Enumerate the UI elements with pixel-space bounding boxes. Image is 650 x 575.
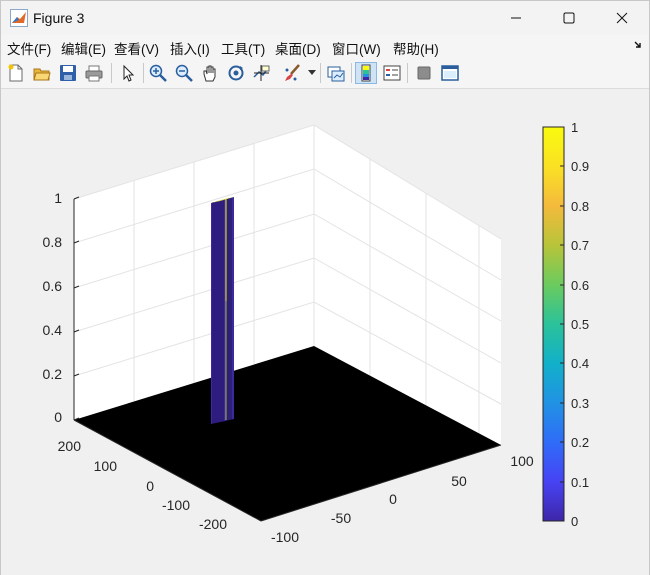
surface-plot[interactable]: 0 0.2 0.4 0.6 0.8 1 200 100 0 -100 -200 …: [1, 89, 649, 575]
colorbar-tick-label: 0.8: [571, 199, 589, 214]
legend-icon: [383, 65, 401, 81]
zoom-out-button[interactable]: [173, 62, 195, 84]
link-plot-icon: [327, 66, 345, 82]
colorbar-icon: [361, 64, 371, 82]
data-cursor-button[interactable]: [251, 62, 273, 84]
colorbar-tick-label: 0.9: [571, 159, 589, 174]
z-tick-label: 0.4: [43, 322, 63, 338]
z-tick-label: 0.2: [43, 366, 63, 382]
z-tick-label: 0.6: [43, 278, 63, 294]
menu-bar: 文件(F) 编辑(E) 查看(V) 插入(I) 工具(T) 桌面(D) 窗口(W…: [1, 35, 649, 57]
figure-canvas: 0 0.2 0.4 0.6 0.8 1 200 100 0 -100 -200 …: [1, 89, 649, 575]
x-tick-label: -50: [331, 510, 351, 526]
x-tick-label: -100: [271, 529, 299, 545]
edit-plot-button[interactable]: [117, 62, 139, 84]
title-bar: Figure 3: [1, 1, 649, 35]
zoom-out-icon: [175, 64, 193, 82]
open-file-button[interactable]: [31, 62, 53, 84]
menu-help[interactable]: 帮助(H): [393, 38, 439, 58]
x-tick-label: 50: [451, 473, 467, 489]
menu-file[interactable]: 文件(F): [7, 38, 51, 58]
brush-dropdown-icon[interactable]: [308, 70, 316, 76]
surface-spike: [211, 197, 234, 424]
open-file-icon: [33, 68, 51, 81]
z-tick-label: 1: [54, 190, 62, 206]
y-tick-label: 100: [94, 458, 118, 474]
matlab-logo-icon: [10, 9, 28, 27]
colorbar-tick-label: 0.3: [571, 396, 589, 411]
window-title: Figure 3: [33, 10, 85, 26]
x-tick-label: 0: [389, 491, 397, 507]
brush-button[interactable]: [281, 62, 303, 84]
menu-insert[interactable]: 插入(I): [170, 38, 210, 58]
pan-hand-icon: [203, 65, 216, 82]
figure-window: Figure 3 文件(F) 编辑(E) 查看(V) 插入(I) 工具(T) 桌…: [0, 0, 650, 575]
rotate-3d-icon: [228, 65, 244, 81]
link-plot-button[interactable]: [325, 62, 347, 84]
colorbar-tick-label: 0.2: [571, 435, 589, 450]
close-button[interactable]: [599, 1, 645, 35]
dock-arrow-icon[interactable]: [634, 41, 643, 50]
edit-plot-arrow-icon: [123, 64, 135, 82]
colorbar-tick-label: 0.4: [571, 356, 589, 371]
colorbar-tick-label: 0.5: [571, 317, 589, 332]
hide-plot-tools-icon: [417, 66, 431, 80]
hide-plot-tools-button[interactable]: [413, 62, 435, 84]
x-tick-label: 100: [510, 453, 534, 469]
colorbar-button[interactable]: [355, 62, 377, 84]
figure-toolbar: [1, 57, 649, 89]
colorbar-tick-label: 0.1: [571, 475, 589, 490]
brush-icon: [285, 64, 300, 81]
show-plot-tools-button[interactable]: [439, 62, 461, 84]
colorbar-tick-label: 0.7: [571, 238, 589, 253]
colorbar-tick-label: 1: [571, 120, 578, 135]
legend-button[interactable]: [381, 62, 403, 84]
colorbar-tick-label: 0.6: [571, 278, 589, 293]
new-figure-button[interactable]: [5, 62, 27, 84]
new-figure-icon: [8, 64, 23, 82]
y-tick-label: 0: [146, 478, 154, 494]
zoom-in-icon: [149, 64, 167, 82]
maximize-icon: [563, 12, 575, 24]
menu-window[interactable]: 窗口(W): [332, 38, 381, 58]
menu-tools[interactable]: 工具(T): [221, 38, 265, 58]
pan-button[interactable]: [199, 62, 221, 84]
rotate-3d-button[interactable]: [225, 62, 247, 84]
y-tick-label: 200: [58, 438, 82, 454]
y-tick-label: -100: [162, 497, 190, 513]
z-tick-label: 0: [54, 409, 62, 425]
close-icon: [616, 12, 628, 24]
minimize-icon: [511, 17, 521, 19]
maximize-button[interactable]: [546, 1, 592, 35]
data-cursor-icon: [253, 65, 270, 81]
menu-view[interactable]: 查看(V): [114, 38, 159, 58]
save-button[interactable]: [57, 62, 79, 84]
menu-desktop[interactable]: 桌面(D): [275, 38, 321, 58]
save-icon: [60, 65, 76, 81]
print-icon: [85, 65, 103, 82]
z-tick-label: 0.8: [43, 234, 63, 250]
menu-edit[interactable]: 编辑(E): [61, 38, 106, 58]
colorbar-tick-label: 0: [571, 514, 578, 529]
show-plot-tools-icon: [441, 65, 459, 81]
print-button[interactable]: [83, 62, 105, 84]
y-tick-label: -200: [199, 516, 227, 532]
zoom-in-button[interactable]: [147, 62, 169, 84]
minimize-button[interactable]: [493, 1, 539, 35]
